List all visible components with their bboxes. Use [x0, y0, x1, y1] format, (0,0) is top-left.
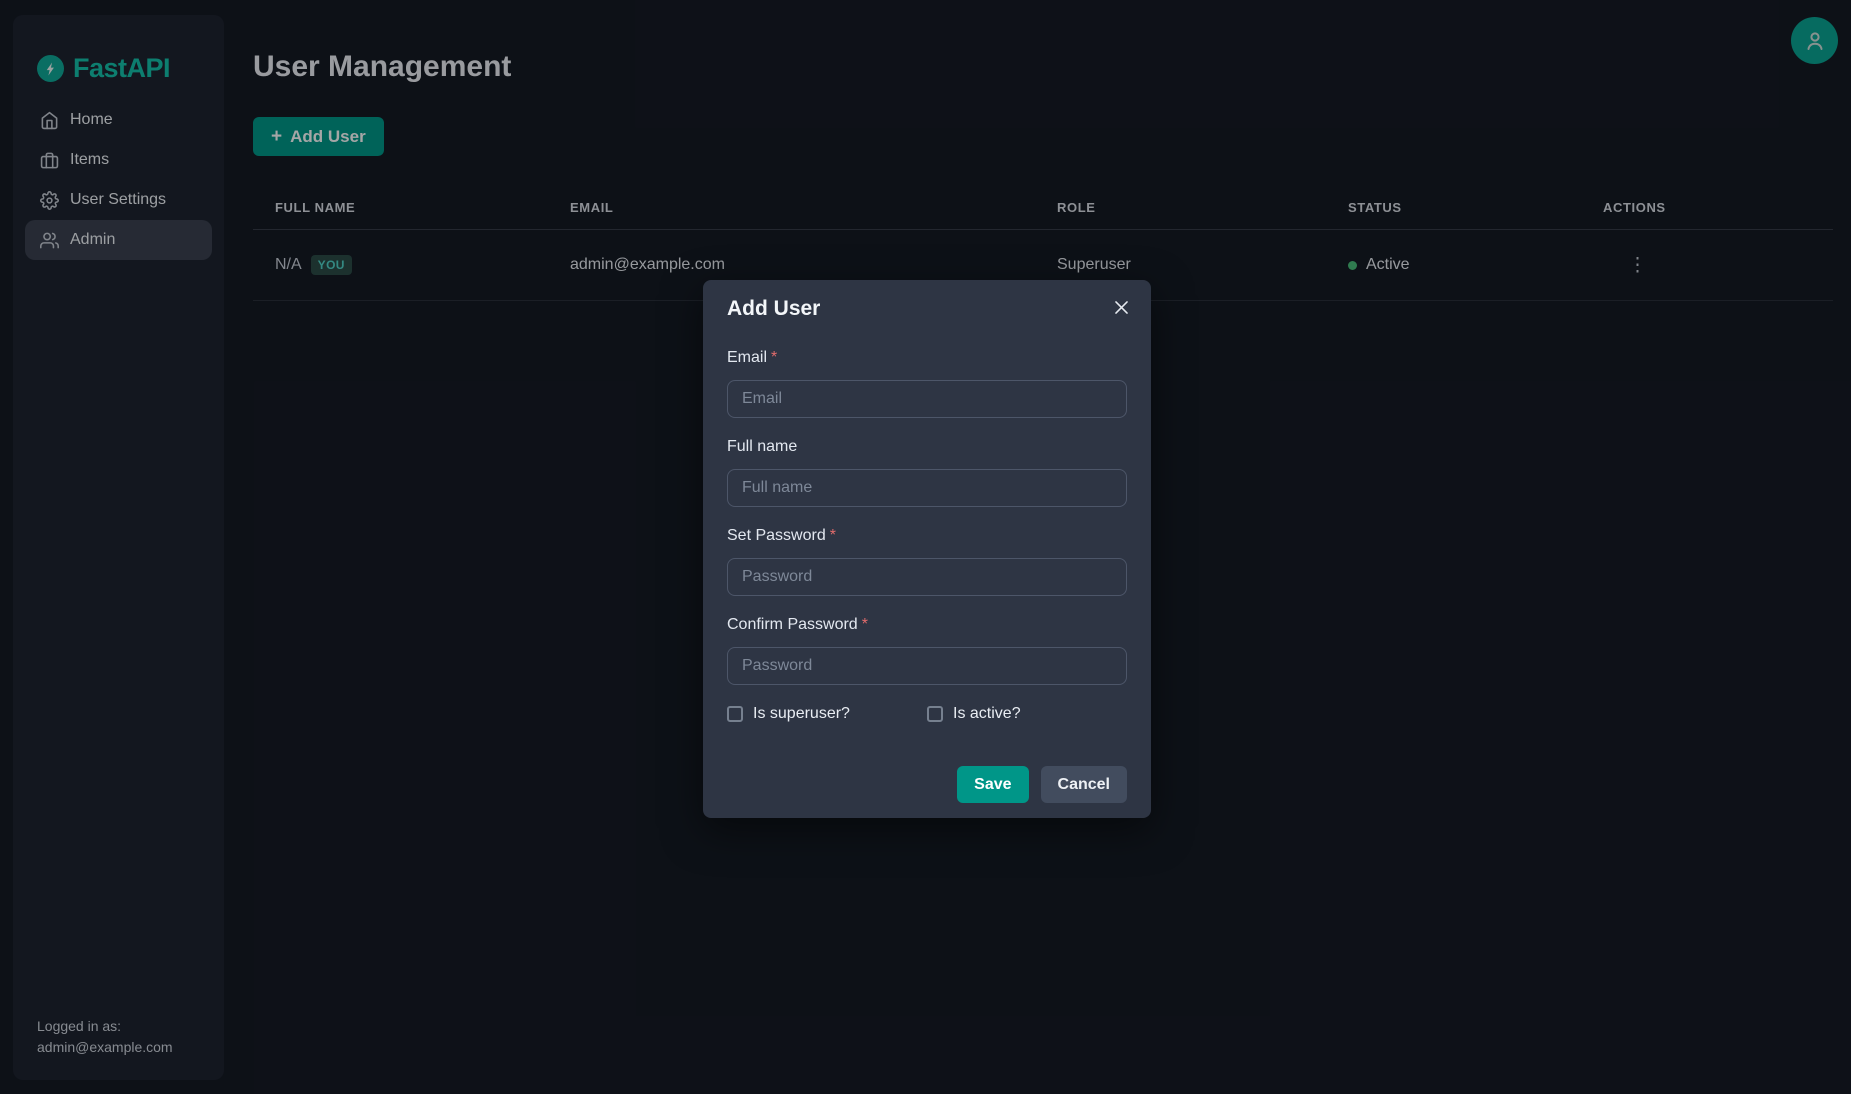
save-button[interactable]: Save — [957, 766, 1028, 803]
checkbox-box-icon — [727, 706, 743, 722]
confirm-password-field-label: Confirm Password* — [727, 616, 1127, 634]
add-user-modal: Add User Email* Full name Set Password* … — [703, 280, 1151, 818]
modal-title: Add User — [727, 280, 1127, 321]
confirm-password-field-group: Confirm Password* — [727, 616, 1127, 685]
required-mark: * — [771, 349, 777, 366]
email-field-group: Email* — [727, 349, 1127, 418]
full-name-field[interactable] — [727, 469, 1127, 507]
set-password-field-label: Set Password* — [727, 527, 1127, 545]
checkbox-box-icon — [927, 706, 943, 722]
required-mark: * — [862, 616, 868, 633]
email-field-label: Email* — [727, 349, 1127, 367]
cancel-button[interactable]: Cancel — [1041, 766, 1127, 803]
set-password-field-group: Set Password* — [727, 527, 1127, 596]
required-mark: * — [830, 527, 836, 544]
checkbox-row: Is superuser? Is active? — [727, 705, 1127, 723]
is-superuser-label: Is superuser? — [753, 705, 850, 723]
is-superuser-checkbox[interactable]: Is superuser? — [727, 705, 927, 723]
modal-actions: Save Cancel — [727, 766, 1127, 803]
close-icon[interactable] — [1104, 290, 1139, 325]
confirm-password-field[interactable] — [727, 647, 1127, 685]
full-name-field-group: Full name — [727, 438, 1127, 507]
is-active-label: Is active? — [953, 705, 1021, 723]
set-password-field[interactable] — [727, 558, 1127, 596]
full-name-field-label: Full name — [727, 438, 1127, 456]
email-field[interactable] — [727, 380, 1127, 418]
is-active-checkbox[interactable]: Is active? — [927, 705, 1127, 723]
